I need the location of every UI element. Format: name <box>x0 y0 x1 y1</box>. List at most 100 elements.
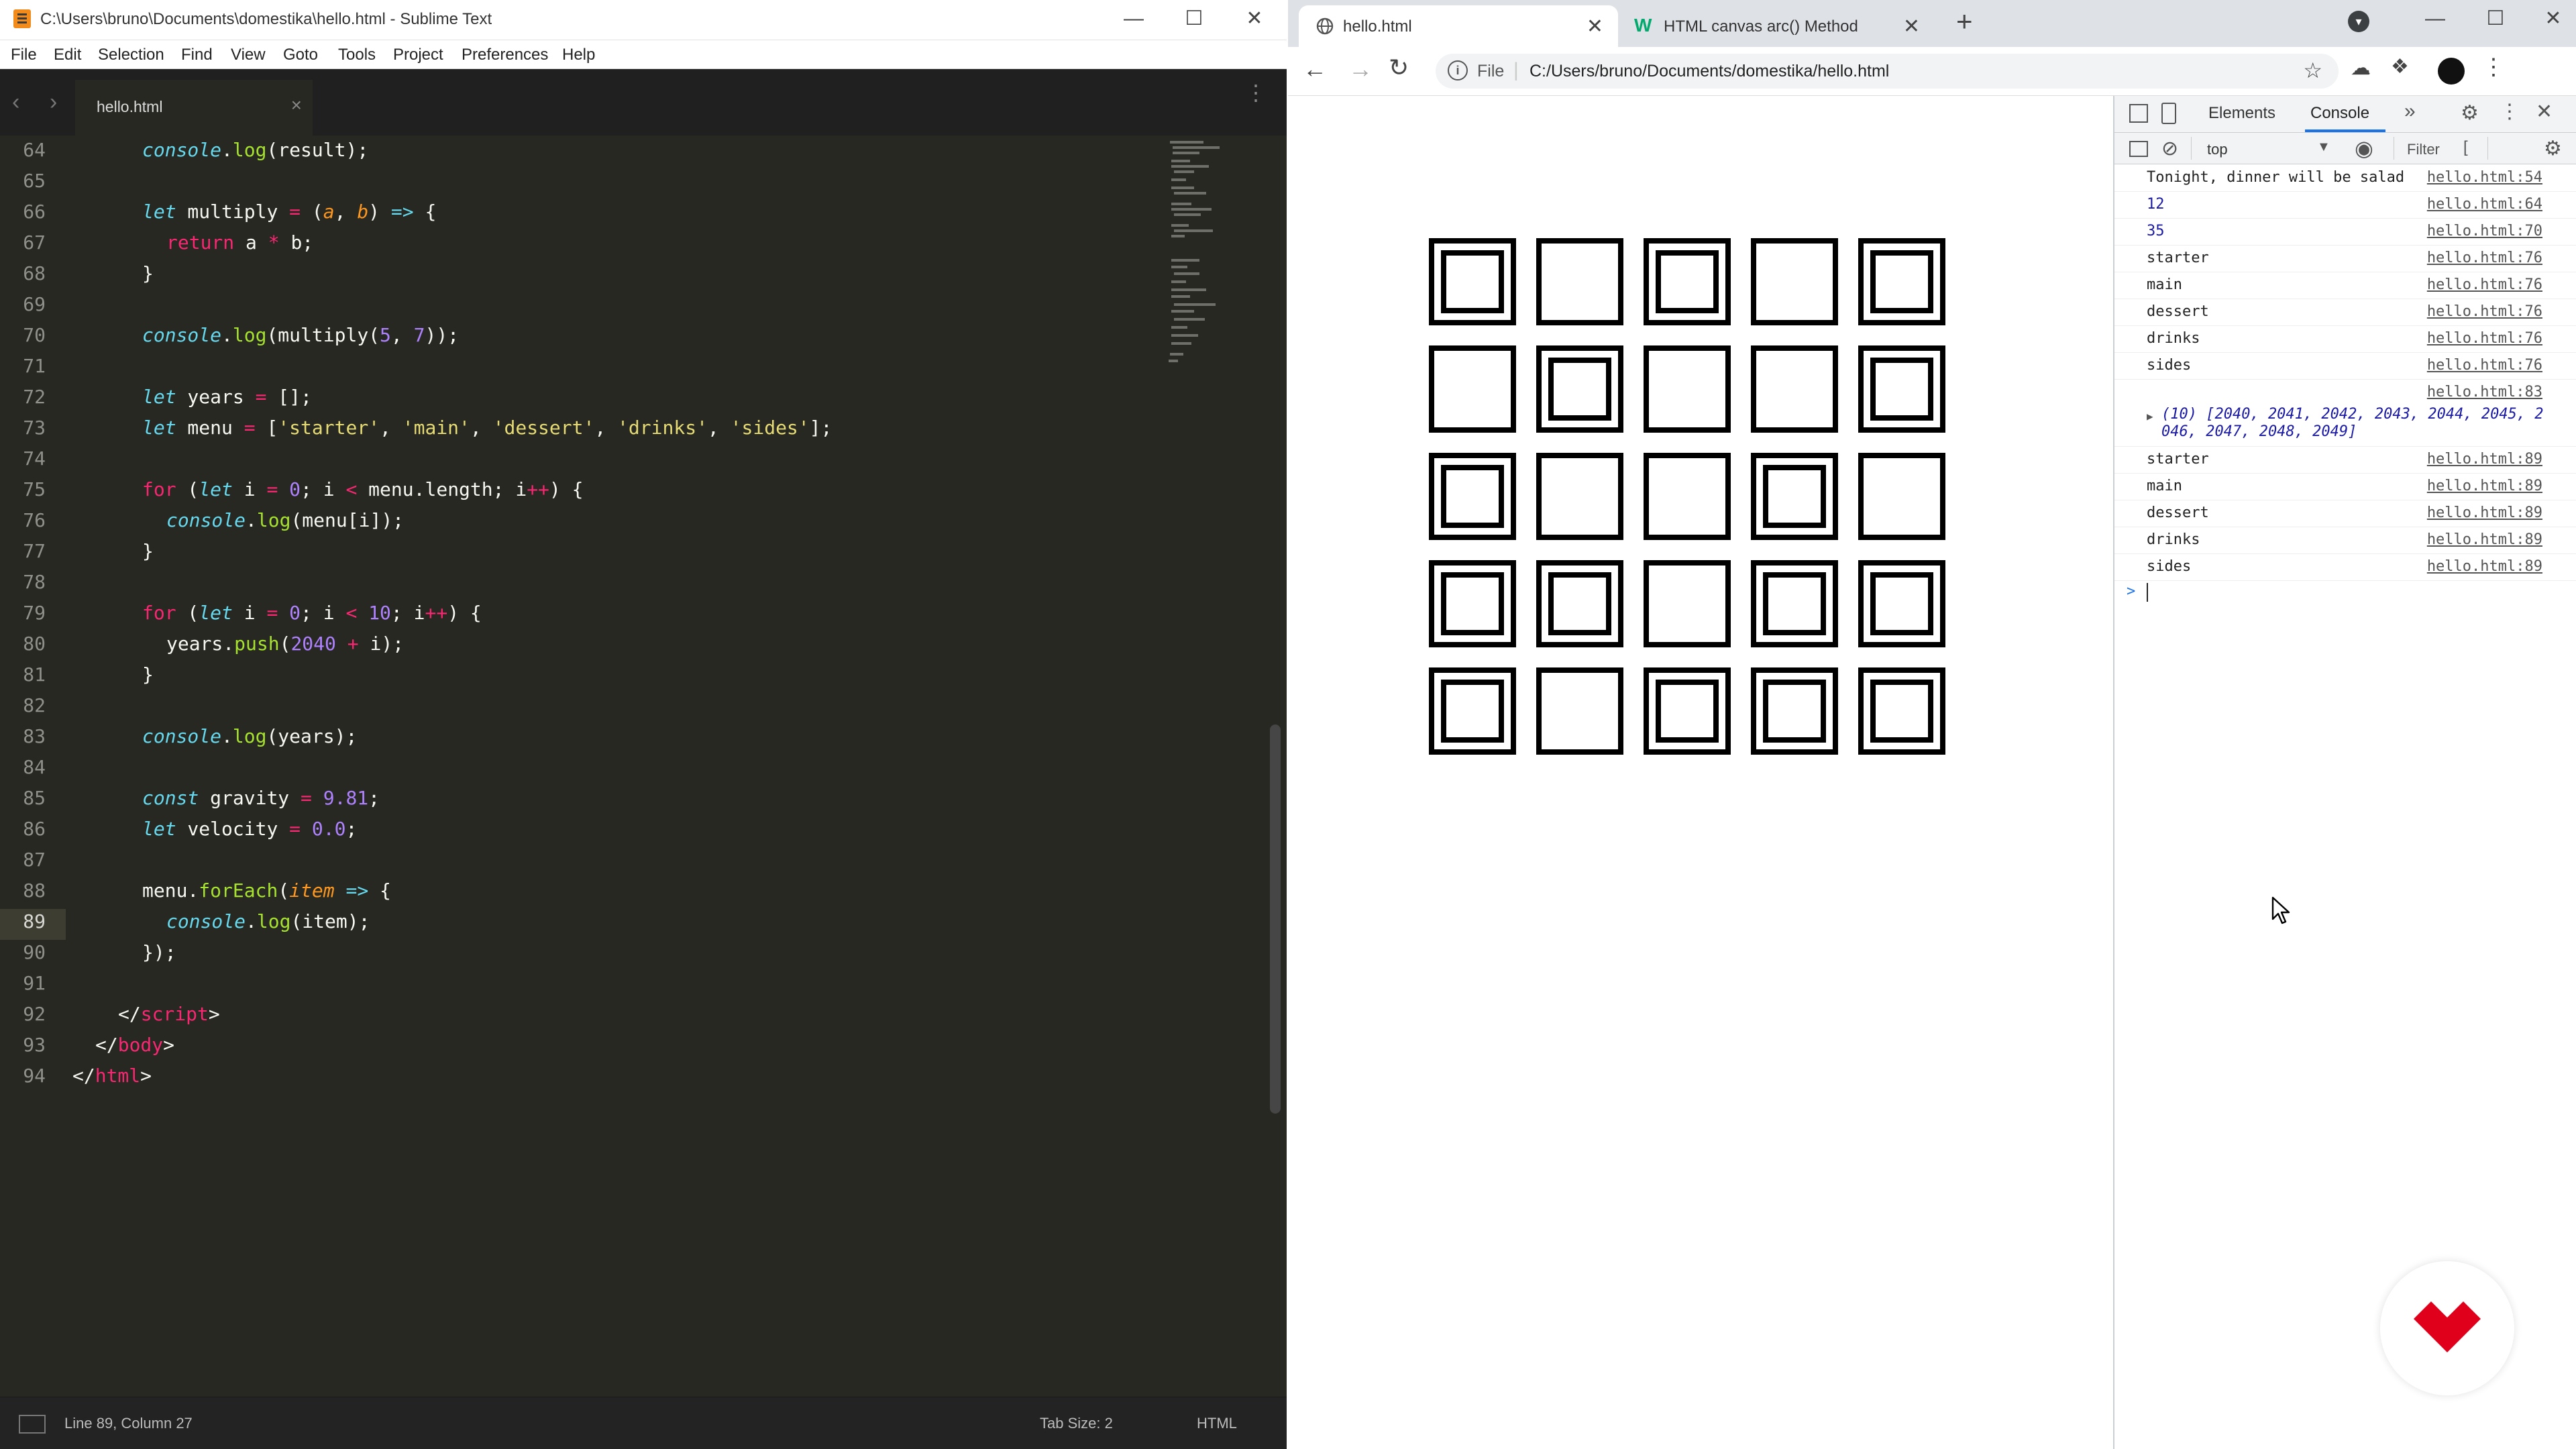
panel-toggle-icon[interactable] <box>19 1415 46 1434</box>
gear-icon[interactable]: ⚙ <box>2461 101 2479 125</box>
info-icon[interactable]: i <box>1448 60 1468 80</box>
console-filterbar: ⊘ top ▼ ◉ Filter [ ⚙ <box>2114 133 2576 164</box>
grid-square-inner <box>1870 358 1933 421</box>
context-selector[interactable]: top <box>2207 141 2228 158</box>
menu-find[interactable]: Find <box>181 46 213 64</box>
line-number: 64 <box>23 139 46 161</box>
tab-search-icon[interactable]: ▾ <box>2348 11 2369 32</box>
source-link[interactable]: hello.html:83 <box>2427 384 2542 400</box>
editor-tab-hello-html[interactable]: hello.html × <box>75 80 313 136</box>
menu-project[interactable]: Project <box>393 46 443 64</box>
chevron-down-icon[interactable]: ▼ <box>2317 140 2330 155</box>
address-bar[interactable]: i File | C:/Users/bruno/Documents/domest… <box>1436 54 2339 89</box>
grid-square-inner <box>1548 572 1611 635</box>
source-link[interactable]: hello.html:64 <box>2427 196 2542 213</box>
source-link[interactable]: hello.html:76 <box>2427 357 2542 374</box>
clear-console-icon[interactable]: ⊘ <box>2161 137 2178 160</box>
line-number: 72 <box>23 386 46 408</box>
menu-file[interactable]: File <box>11 46 37 64</box>
minimize-icon[interactable]: — <box>2415 4 2455 34</box>
reload-icon[interactable]: ↻ <box>1389 54 1409 82</box>
menu-selection[interactable]: Selection <box>98 46 164 64</box>
chevron-left-icon[interactable]: ‹ <box>12 89 19 115</box>
line-number: 79 <box>23 602 46 624</box>
device-toolbar-icon[interactable] <box>2161 103 2176 124</box>
source-link[interactable]: hello.html:89 <box>2427 478 2542 494</box>
bookmark-star-icon[interactable]: ☆ <box>2303 58 2322 83</box>
tab-elements[interactable]: Elements <box>2208 104 2275 123</box>
code-editor[interactable]: console.log(result); let multiply = (a, … <box>72 136 1159 1395</box>
extension-cloud-icon[interactable]: ☁ <box>2351 56 2371 80</box>
sidebar-toggle-icon[interactable] <box>2129 141 2148 157</box>
tab-close-icon[interactable]: × <box>291 95 302 116</box>
tab-close-icon[interactable]: ✕ <box>1903 15 1920 38</box>
tab-size[interactable]: Tab Size: 2 <box>1040 1415 1113 1432</box>
close-icon[interactable]: ✕ <box>2533 4 2573 34</box>
canvas-grid[interactable] <box>1288 96 2113 767</box>
grid-square-inner <box>1441 680 1504 743</box>
source-link[interactable]: hello.html:89 <box>2427 504 2542 521</box>
chevron-right-icon[interactable]: › <box>50 89 57 115</box>
profile-avatar[interactable] <box>2438 58 2465 85</box>
code-line-66: let multiply = (a, b) => { <box>142 201 437 223</box>
source-link[interactable]: hello.html:70 <box>2427 223 2542 239</box>
source-link[interactable]: hello.html:76 <box>2427 330 2542 347</box>
console-output: Tonight, dinner will be salad hello.html:… <box>2114 164 2576 1439</box>
source-link[interactable]: hello.html:76 <box>2427 303 2542 320</box>
console-prompt[interactable]: > <box>2114 580 2576 607</box>
line-number: 74 <box>23 447 46 470</box>
menu-edit[interactable]: Edit <box>54 46 81 64</box>
filter-input[interactable]: Filter <box>2407 141 2440 158</box>
menu-preferences[interactable]: Preferences <box>462 46 548 64</box>
minimap[interactable] <box>1167 138 1233 393</box>
menu-goto[interactable]: Goto <box>283 46 318 64</box>
browser-tab-hello-html[interactable]: hello.html ✕ <box>1299 5 1618 47</box>
syntax-mode[interactable]: HTML <box>1197 1415 1237 1432</box>
close-icon[interactable]: ✕ <box>2536 100 2553 123</box>
console-message: main hello.html:89 <box>2114 473 2576 500</box>
console-message: drinks hello.html:76 <box>2114 325 2576 353</box>
source-link[interactable]: hello.html:89 <box>2427 451 2542 468</box>
code-line-75: for (let i = 0; i < menu.length; i++) { <box>142 478 584 500</box>
source-link[interactable]: hello.html:89 <box>2427 531 2542 548</box>
source-link[interactable]: hello.html:76 <box>2427 250 2542 266</box>
chrome-menu-icon[interactable]: ⋮ <box>2482 54 2505 80</box>
text-caret <box>2147 583 2148 602</box>
more-vertical-icon[interactable]: ⋮ <box>1245 82 1267 103</box>
console-array-message[interactable]: hello.html:83 ▶ (10) [2040, 2041, 2042, … <box>2114 379 2576 447</box>
menu-help[interactable]: Help <box>562 46 595 64</box>
inspect-element-icon[interactable] <box>2129 104 2148 123</box>
line-number-gutter: 64 65 66 67 68 69 70 71 72 73 74 75 76 77 78 79 80 81 82 83… <box>0 136 74 1395</box>
minimize-icon[interactable]: — <box>1114 4 1154 34</box>
devtools-menu-icon[interactable]: ⋮ <box>2500 100 2520 123</box>
expand-triangle-icon[interactable]: ▶ <box>2147 410 2153 423</box>
browser-tab-w3schools[interactable]: W HTML canvas arc() Method ✕ <box>1619 5 1935 47</box>
back-icon[interactable]: ← <box>1303 55 1327 83</box>
tab-close-icon[interactable]: ✕ <box>1587 15 1603 38</box>
console-message: dessert hello.html:89 <box>2114 500 2576 527</box>
sublime-window: C:\Users\bruno\Documents\domestika\hello… <box>0 0 1287 1449</box>
filter-levels-icon[interactable]: [ <box>2463 138 2468 157</box>
code-line-88: menu.forEach(item => { <box>142 879 391 902</box>
close-icon[interactable]: ✕ <box>1234 4 1275 34</box>
menu-tools[interactable]: Tools <box>338 46 376 64</box>
devtools-panel: Elements Console » ⚙ ⋮ ✕ ⊘ top ▼ ◉ Filte… <box>2113 96 2576 1449</box>
editor-scrollbar[interactable] <box>1270 724 1281 1114</box>
tab-console[interactable]: Console <box>2310 104 2369 123</box>
chrome-tabstrip: hello.html ✕ W HTML canvas arc() Method … <box>1288 0 2576 47</box>
menu-view[interactable]: View <box>231 46 266 64</box>
maximize-icon[interactable]: ☐ <box>2475 4 2516 34</box>
new-tab-icon[interactable]: + <box>1956 5 1973 38</box>
grid-square-outer <box>1536 667 1623 755</box>
console-message: 35 hello.html:70 <box>2114 218 2576 246</box>
source-link[interactable]: hello.html:54 <box>2427 169 2542 186</box>
extensions-puzzle-icon[interactable]: ❖ <box>2391 55 2409 78</box>
source-link[interactable]: hello.html:89 <box>2427 558 2542 575</box>
maximize-icon[interactable]: ☐ <box>1174 4 1214 34</box>
grid-square-outer <box>1429 345 1516 433</box>
source-link[interactable]: hello.html:76 <box>2427 276 2542 293</box>
eye-icon[interactable]: ◉ <box>2355 136 2373 161</box>
more-tabs-icon[interactable]: » <box>2404 100 2416 123</box>
forward-icon[interactable]: → <box>1348 55 1373 83</box>
gear-icon[interactable]: ⚙ <box>2544 137 2562 160</box>
